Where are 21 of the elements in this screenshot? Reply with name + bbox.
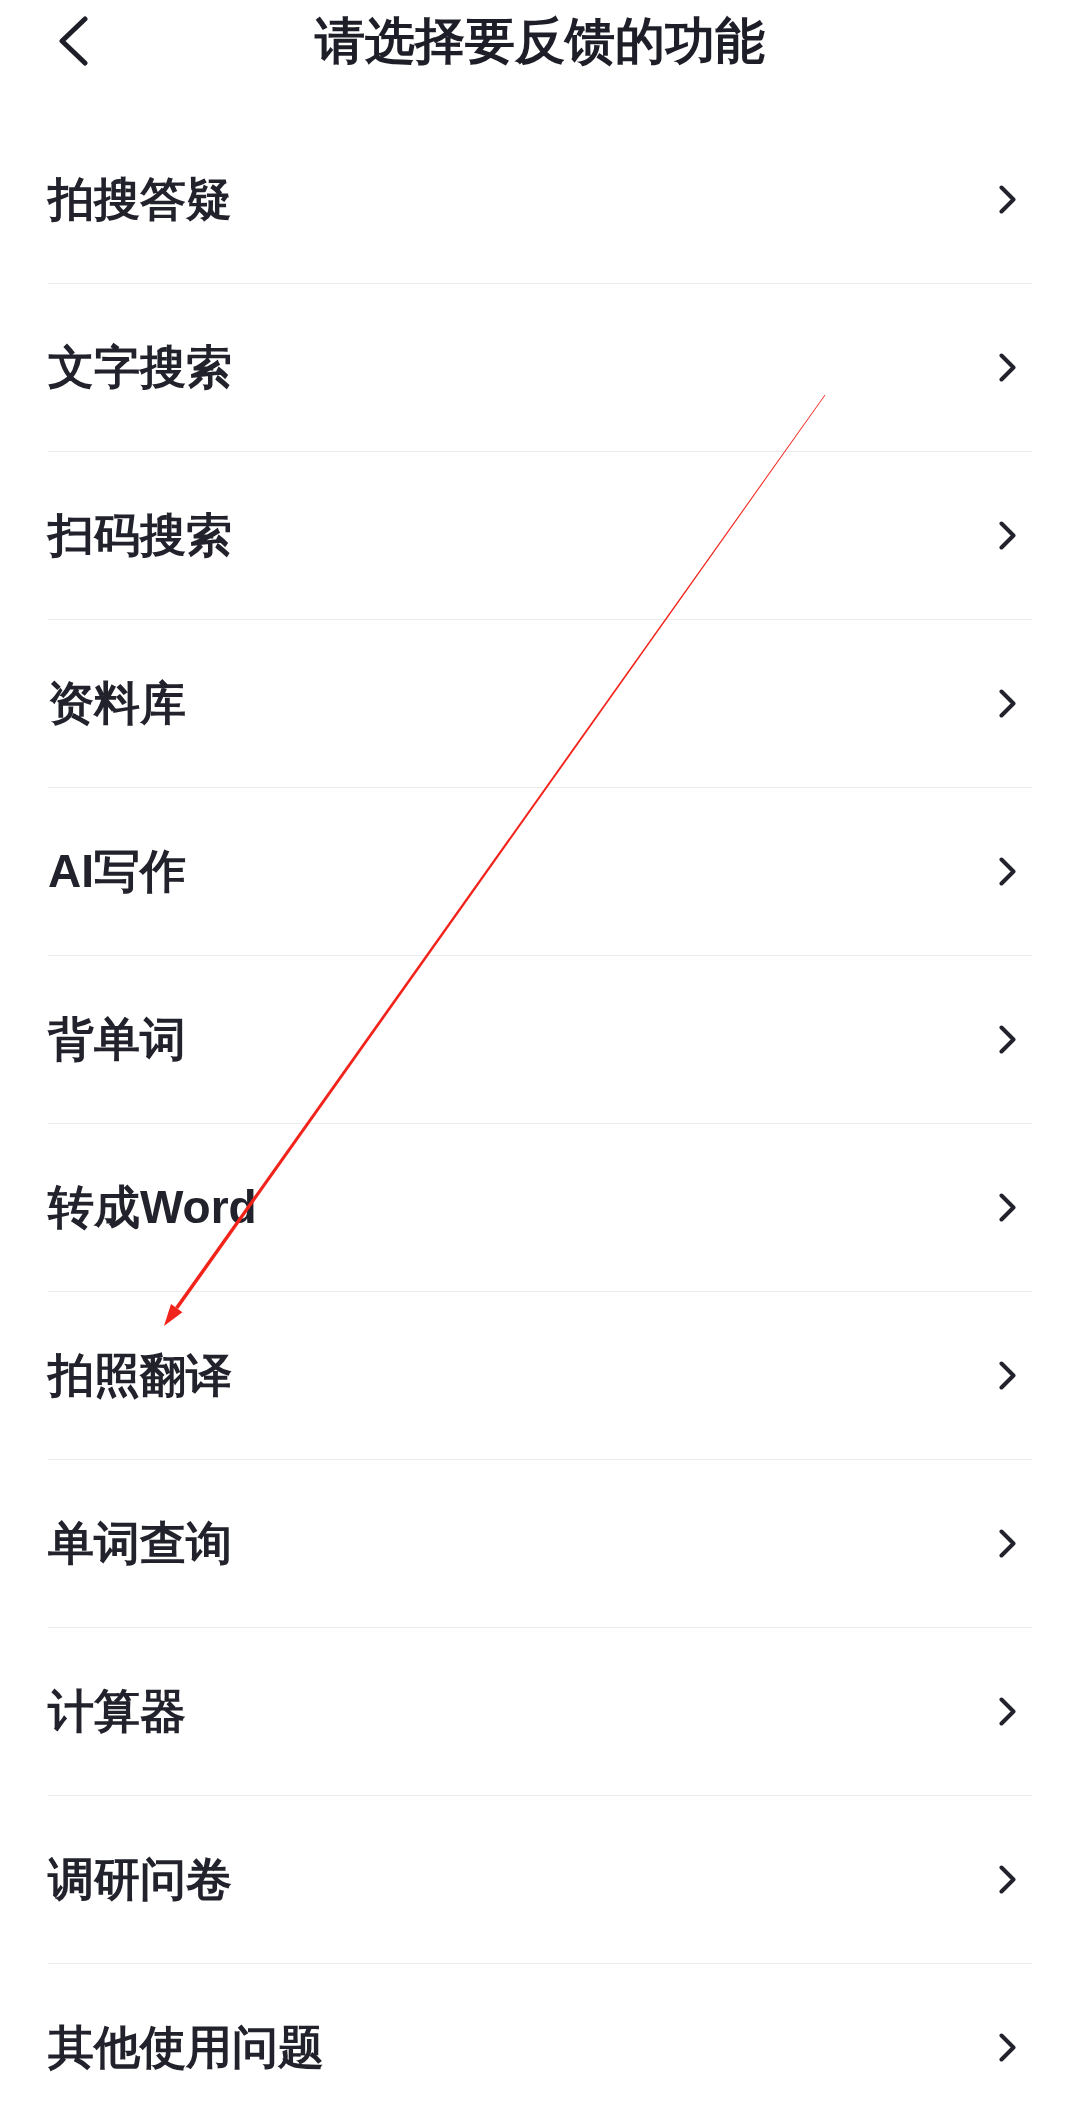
chevron-right-icon bbox=[999, 1697, 1016, 1726]
chevron-right-icon bbox=[999, 1025, 1016, 1054]
chevron-right-icon bbox=[999, 689, 1016, 718]
page-title: 请选择要反馈的功能 bbox=[315, 12, 765, 71]
feature-item[interactable]: 拍搜答疑 bbox=[48, 116, 1032, 284]
chevron-right-icon bbox=[999, 353, 1016, 382]
feature-item[interactable]: 文字搜索 bbox=[48, 284, 1032, 452]
back-icon bbox=[58, 16, 88, 66]
chevron-right-icon bbox=[999, 1361, 1016, 1390]
chevron-right-icon bbox=[999, 185, 1016, 214]
feature-item[interactable]: 调研问卷 bbox=[48, 1796, 1032, 1964]
chevron-right-icon bbox=[999, 1865, 1016, 1894]
chevron-right-icon bbox=[999, 2033, 1016, 2062]
chevron-right-icon bbox=[999, 521, 1016, 550]
feature-item[interactable]: 其他使用问题 bbox=[48, 1964, 1032, 2111]
chevron-right-icon bbox=[999, 857, 1016, 886]
chevron-right-icon bbox=[999, 1529, 1016, 1558]
feature-item[interactable]: 单词查询 bbox=[48, 1460, 1032, 1628]
back-button[interactable] bbox=[58, 16, 88, 66]
feature-item[interactable]: 计算器 bbox=[48, 1628, 1032, 1796]
chevron-right-icon bbox=[999, 1193, 1016, 1222]
